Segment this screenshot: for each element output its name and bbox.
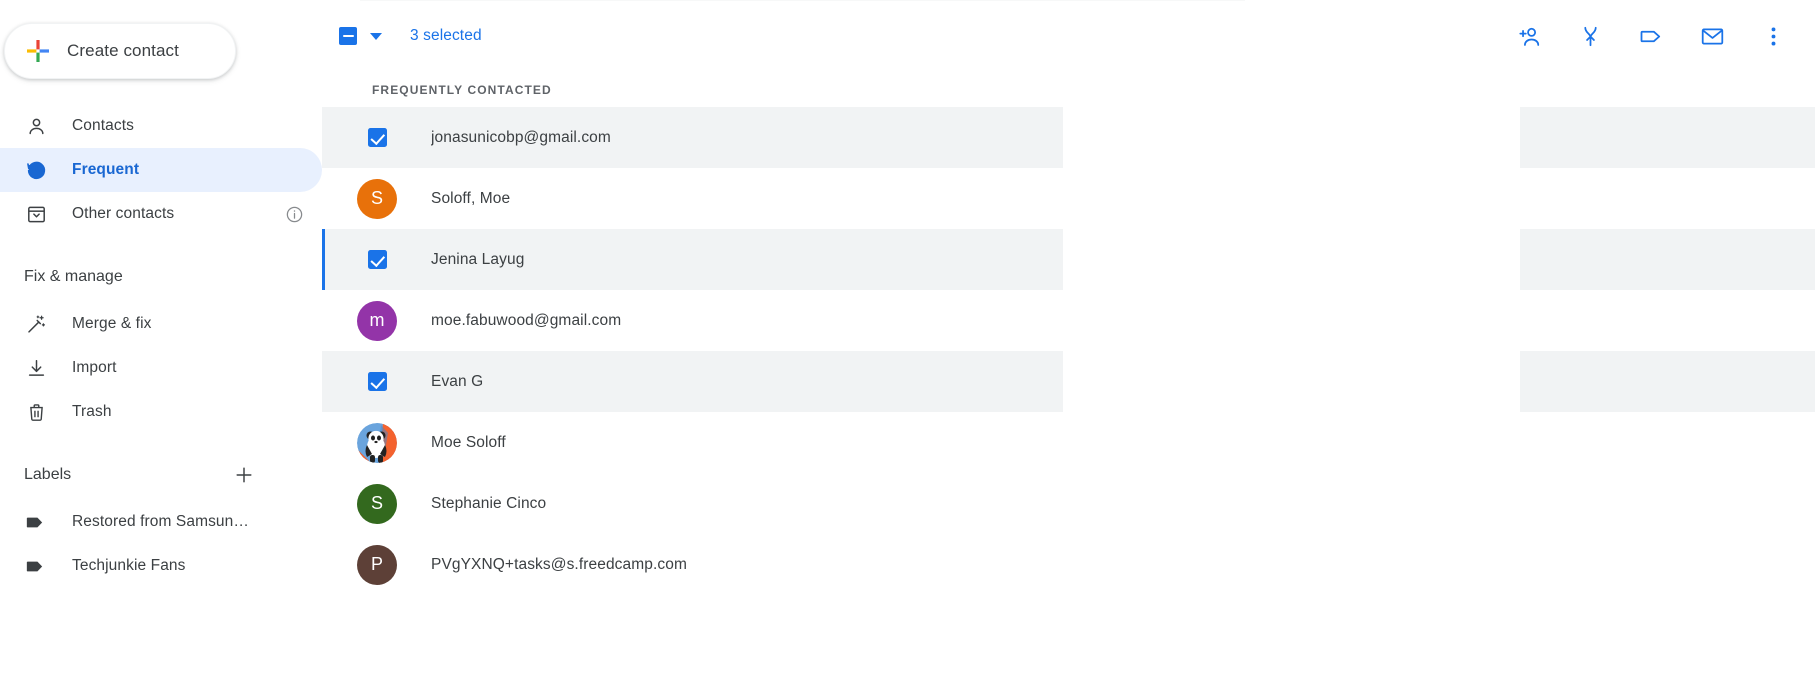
table-row[interactable]: Jenina Layug [322,229,1815,290]
more-options-icon[interactable] [1753,16,1793,56]
sidebar-nav: Contacts Frequent Other contacts Fix & m… [0,104,322,588]
avatar-cell [357,240,397,280]
sidebar-label-restored-from-samsung[interactable]: Restored from Samsun… [0,500,322,544]
row-highlight-right [1520,351,1815,412]
magic-wand-icon [26,314,47,335]
sidebar-item-merge-fix-label: Merge & fix [72,315,152,332]
avatar-cell: m [357,300,397,341]
main-content: 3 selected FREQUENTLY CONTACTED jonasuni… [322,0,1815,699]
merge-icon[interactable] [1570,16,1610,56]
avatar[interactable]: S [357,178,397,219]
sidebar-label-techjunkie-fans[interactable]: Techjunkie Fans [0,544,322,588]
table-row[interactable]: P PVgYXNQ+tasks@s.freedcamp.com [322,534,1815,595]
history-clock-icon [26,160,47,181]
avatar-cell: S [357,483,397,524]
contact-name: Evan G [431,372,484,390]
trash-icon [26,402,47,423]
table-row[interactable]: Moe Soloff [322,412,1815,473]
toolbar-divider [360,0,1245,1]
label-tag-icon [25,512,46,533]
google-contacts-app: Create contact Contacts Frequent Other c… [0,0,1815,699]
row-checkbox[interactable] [367,250,387,269]
selection-toolbar: 3 selected [322,0,1815,72]
create-label-icon[interactable] [233,464,255,486]
table-row[interactable]: Evan G [322,351,1815,412]
sidebar-label-techjunkie-label: Techjunkie Fans [72,557,186,574]
archive-box-icon [26,204,47,225]
label-tag-icon [25,556,46,577]
sidebar-item-trash-label: Trash [72,403,112,420]
contact-name: jonasunicobp@gmail.com [431,128,611,146]
row-checkbox[interactable] [367,372,387,391]
contact-name: Soloff, Moe [431,189,511,207]
sidebar: Create contact Contacts Frequent Other c… [0,0,322,699]
contact-rows: jonasunicobp@gmail.com S Soloff, Moe Jenina… [322,107,1815,595]
avatar[interactable]: S [357,483,397,524]
caret-down-icon[interactable] [370,32,382,40]
sidebar-item-frequent-label: Frequent [72,161,140,178]
create-contact-label: Create contact [67,41,179,60]
info-icon[interactable] [285,205,304,224]
sidebar-label-restored-label: Restored from Samsun… [72,513,249,530]
avatar-cell [357,422,397,463]
contact-name: Jenina Layug [431,250,525,268]
contact-name: moe.fabuwood@gmail.com [431,311,622,329]
sidebar-item-import-label: Import [72,359,117,376]
labels-heading-row: Labels [0,456,322,494]
sidebar-item-import[interactable]: Import [0,346,322,390]
labels-heading: Labels [24,466,72,483]
create-contact-button[interactable]: Create contact [4,23,236,79]
manage-labels-icon[interactable] [1631,16,1671,56]
sidebar-item-other-contacts[interactable]: Other contacts [0,192,322,236]
contact-name: Stephanie Cinco [431,494,547,512]
table-row[interactable]: jonasunicobp@gmail.com [322,107,1815,168]
plus-icon [25,38,51,64]
avatar-cell [357,118,397,158]
row-highlight-right [1520,229,1815,290]
group-title-frequently-contacted: FREQUENTLY CONTACTED [372,82,552,97]
contact-list: FREQUENTLY CONTACTED jonasunicobp@gmail.… [322,72,1815,595]
sidebar-item-merge-fix[interactable]: Merge & fix [0,302,322,346]
table-row[interactable]: m moe.fabuwood@gmail.com [322,290,1815,351]
sidebar-item-frequent[interactable]: Frequent [0,148,322,192]
avatar[interactable] [357,422,397,463]
toolbar-actions [1509,16,1815,56]
sidebar-item-trash[interactable]: Trash [0,390,322,434]
sidebar-item-other-contacts-label: Other contacts [72,205,175,222]
table-row[interactable]: S Soloff, Moe [322,168,1815,229]
selection-count-label: 3 selected [410,27,482,44]
add-to-contacts-icon[interactable] [1509,16,1549,56]
avatar[interactable]: m [357,300,397,341]
selection-controls: 3 selected [339,27,482,45]
contact-name: PVgYXNQ+tasks@s.freedcamp.com [431,555,687,573]
sidebar-item-contacts-label: Contacts [72,117,134,134]
avatar-cell [357,362,397,402]
avatar-cell: P [357,544,397,585]
row-highlight-right [1520,107,1815,168]
avatar-cell: S [357,178,397,219]
table-row[interactable]: S Stephanie Cinco [322,473,1815,534]
send-email-icon[interactable] [1692,16,1732,56]
row-checkbox[interactable] [367,128,387,147]
fix-and-manage-heading: Fix & manage [24,268,123,285]
select-all-checkbox[interactable] [339,27,357,45]
download-icon [26,358,47,379]
avatar[interactable]: P [357,544,397,585]
sidebar-item-contacts[interactable]: Contacts [0,104,322,148]
person-icon [26,116,47,137]
contact-name: Moe Soloff [431,433,506,451]
